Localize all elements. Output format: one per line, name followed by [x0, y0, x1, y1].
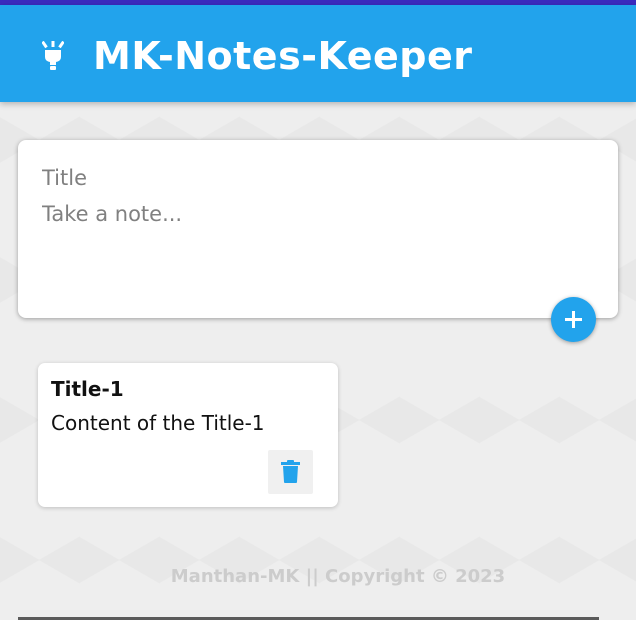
create-note-form [18, 140, 618, 318]
note-content: Content of the Title-1 [51, 411, 265, 435]
trash-icon [281, 460, 300, 483]
app-title: MK-Notes-Keeper [93, 34, 473, 78]
plus-icon [565, 311, 582, 328]
app-header: MK-Notes-Keeper [0, 5, 636, 102]
note-card: Title-1 Content of the Title-1 [38, 363, 338, 507]
delete-note-button[interactable] [268, 450, 313, 494]
lightbulb-icon [41, 40, 65, 71]
note-title: Title-1 [51, 377, 124, 401]
add-note-button[interactable] [551, 297, 596, 342]
footer-copyright: Manthan-MK || Copyright © 2023 [170, 566, 506, 587]
note-title-input[interactable] [42, 164, 592, 192]
note-content-input[interactable] [42, 202, 592, 302]
